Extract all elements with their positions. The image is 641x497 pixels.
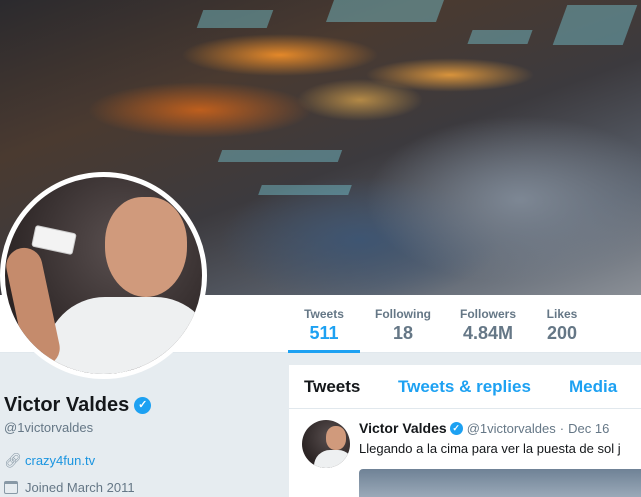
stat-tweets[interactable]: Tweets 511 bbox=[288, 295, 360, 353]
timeline: Tweets Tweets & replies Media Victor Val… bbox=[289, 365, 641, 497]
verified-badge-icon: ✓ bbox=[449, 421, 463, 435]
stat-value: 200 bbox=[546, 323, 578, 343]
stat-value: 4.84M bbox=[462, 323, 514, 343]
tweet-text: Llegando a la cima para ver la puesta de… bbox=[359, 441, 621, 456]
profile-joined-date: Joined March 2011 bbox=[25, 480, 135, 495]
stat-likes[interactable]: Likes 200 bbox=[538, 295, 586, 353]
profile-avatar[interactable] bbox=[0, 172, 207, 379]
stat-value: 18 bbox=[392, 323, 414, 343]
stat-followers[interactable]: Followers 4.84M bbox=[452, 295, 524, 353]
stat-value: 511 bbox=[309, 323, 339, 343]
tab-tweets[interactable]: Tweets bbox=[304, 377, 360, 397]
tab-tweets-and-replies[interactable]: Tweets & replies bbox=[398, 377, 531, 397]
tab-media[interactable]: Media bbox=[569, 377, 617, 397]
stat-label: Tweets bbox=[304, 307, 344, 321]
profile-handle[interactable]: @1victorvaldes bbox=[4, 420, 93, 435]
tweet-avatar-shirt-shape bbox=[314, 450, 350, 468]
profile-website-row: 🔗︎ crazy4fun.tv bbox=[4, 452, 95, 469]
tweet-separator: · bbox=[559, 420, 565, 436]
tweet-author-handle[interactable]: @1victorvaldes bbox=[467, 421, 556, 436]
tweet-avatar-head-shape bbox=[326, 426, 346, 450]
timeline-tabs: Tweets Tweets & replies Media bbox=[289, 365, 641, 409]
tweet-item[interactable]: Victor Valdes ✓ @1victorvaldes · Dec 16 … bbox=[289, 410, 641, 497]
stat-label: Following bbox=[375, 307, 431, 321]
tweet-author-name[interactable]: Victor Valdes bbox=[359, 420, 447, 436]
stat-label: Likes bbox=[546, 307, 578, 321]
tweet-header: Victor Valdes ✓ @1victorvaldes · Dec 16 bbox=[359, 420, 609, 436]
link-icon: 🔗︎ bbox=[4, 452, 22, 468]
avatar-shirt-shape bbox=[45, 297, 202, 374]
tweet-avatar[interactable] bbox=[302, 420, 350, 468]
avatar-head-shape bbox=[105, 197, 187, 297]
profile-name-row: Victor Valdes ✓ bbox=[4, 394, 152, 417]
profile-joined-row: Joined March 2011 bbox=[4, 480, 135, 495]
verified-badge-icon: ✓ bbox=[134, 397, 152, 414]
profile-name[interactable]: Victor Valdes bbox=[4, 394, 129, 417]
tweet-timestamp[interactable]: Dec 16 bbox=[568, 421, 609, 436]
stat-label: Followers bbox=[459, 307, 516, 321]
profile-website-link[interactable]: crazy4fun.tv bbox=[25, 453, 95, 468]
stat-following[interactable]: Following 18 bbox=[368, 295, 438, 353]
calendar-icon bbox=[4, 481, 18, 494]
tweet-media-image[interactable] bbox=[359, 469, 641, 497]
avatar-phone-shape bbox=[31, 224, 77, 256]
